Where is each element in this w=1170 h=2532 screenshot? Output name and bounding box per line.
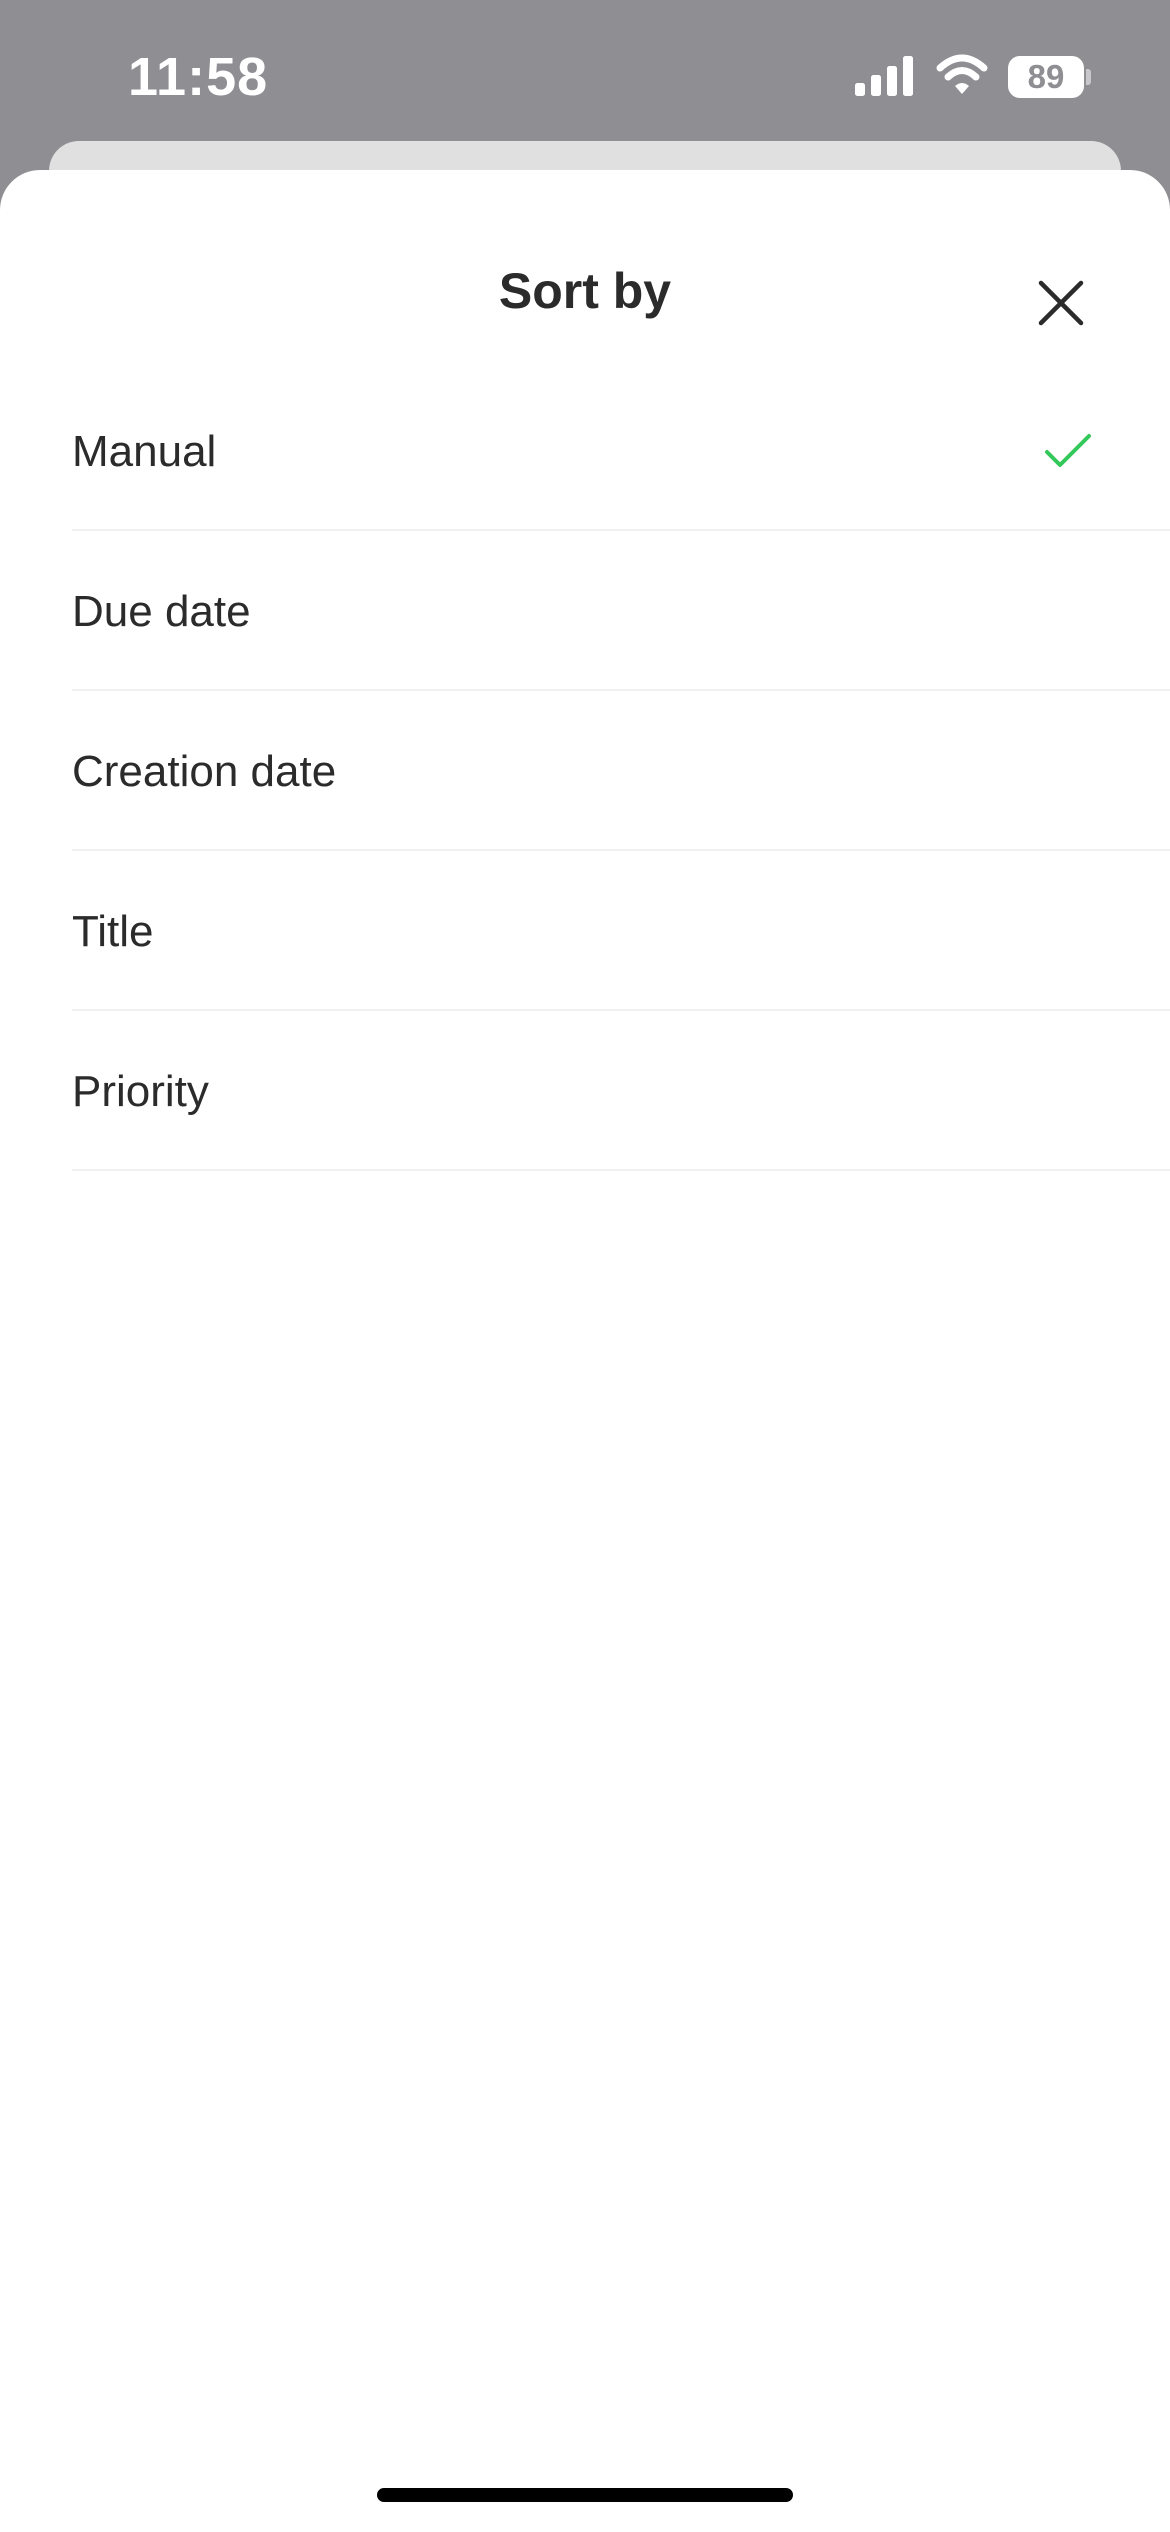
sort-option-due-date[interactable]: Due date (72, 531, 1170, 691)
sort-sheet: Sort by Manual Due date Creation date Ti… (0, 170, 1170, 2532)
close-button[interactable] (1020, 262, 1102, 344)
sort-option-label: Creation date (72, 747, 337, 796)
battery-body: 89 (1008, 56, 1084, 98)
checkmark-icon (1045, 434, 1091, 467)
sort-options-list: Manual Due date Creation date Title Prio… (72, 371, 1170, 1171)
home-indicator[interactable] (377, 2488, 793, 2502)
sort-option-label: Due date (72, 587, 251, 636)
sort-option-label: Priority (72, 1067, 209, 1116)
sheet-title: Sort by (498, 263, 672, 319)
sort-option-creation-date[interactable]: Creation date (72, 691, 1170, 851)
close-icon (1038, 280, 1084, 326)
sort-option-title[interactable]: Title (72, 851, 1170, 1011)
sort-option-priority[interactable]: Priority (72, 1011, 1170, 1171)
status-bar: 11:58 89 (0, 0, 1170, 150)
wifi-icon (936, 54, 988, 94)
sort-option-label: Title (72, 907, 154, 956)
battery-icon: 89 (1008, 56, 1091, 98)
sort-option-manual[interactable]: Manual (72, 371, 1170, 531)
battery-level: 89 (1027, 58, 1065, 95)
sort-option-label: Manual (72, 427, 217, 476)
status-time: 11:58 (128, 47, 269, 107)
battery-cap (1086, 69, 1091, 85)
signal-icon (855, 56, 913, 96)
